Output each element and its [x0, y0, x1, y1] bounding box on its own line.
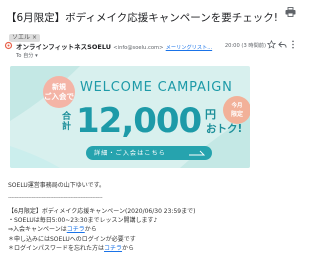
details-signup-button[interactable]: 詳細・ご入会はこちら [86, 146, 212, 160]
body-line: ・SOELUは毎日5:00~23:30までレッスン開講します♪ [8, 216, 288, 225]
new-member-badge-line2: ご入会で [44, 92, 74, 101]
dashed-divider: ----------------------------------------… [8, 195, 103, 201]
email-subject: 【6月限定】ボディメイク応援キャンペーンを要チェック! [6, 12, 278, 24]
body-line-text: ＊申し込みにはSOELUへのログインが必要です [8, 235, 136, 243]
cta-label: 詳細・ご入会はこちら [94, 150, 166, 157]
currency-unit: 円 [205, 108, 216, 121]
savings-text: おトク! [206, 123, 243, 135]
campaign-title: WELCOME CAMPAIGN [80, 80, 233, 95]
sender-name-text: オンラインフィットネスSOELU [16, 43, 112, 51]
body-line-text: ⇒入会キャンペーンは [8, 226, 67, 234]
body-line-text: ＊ログインパスワードを忘れた方は [8, 244, 105, 252]
timestamp: 20:00 (3 時間前) [224, 43, 266, 49]
reply-icon[interactable] [278, 40, 287, 49]
campaign-link[interactable]: コチラ [67, 226, 85, 233]
star-icon[interactable] [267, 40, 276, 49]
new-member-badge: 新規 ご入会で [43, 76, 75, 108]
sender-name: オンラインフィットネスSOELU <info@soelu.com> メーリングリ… [16, 41, 212, 51]
body-line-text: ・SOELUは毎日5:00~23:30までレッスン開講します♪ [8, 217, 158, 225]
avatar[interactable] [4, 41, 13, 50]
mailing-list-link[interactable]: メーリングリスト... [166, 45, 212, 51]
body-line-suffix: から [122, 244, 135, 252]
more-vert-icon[interactable] [290, 40, 296, 49]
sender-email: <info@soelu.com> [113, 45, 164, 51]
limited-badge: 今月 限定 [223, 96, 250, 124]
body-line-text: 【6月限定】ボディメイク応援キャンペーン(2020/06/30 23:59まで) [8, 208, 196, 215]
body-line: ＊申し込みにはSOELUへのログインが必要です [8, 235, 288, 244]
campaign-banner[interactable]: 新規 ご入会で WELCOME CAMPAIGN 今月 限定 合計 12,000… [10, 66, 250, 168]
body-line-suffix: から [84, 226, 97, 234]
limited-badge-line2: 限定 [230, 111, 243, 118]
password-reset-link[interactable]: コチラ [104, 245, 122, 252]
arrow-right-icon [189, 150, 205, 156]
total-label: 合計 [62, 112, 72, 132]
body-line: ＊ログインパスワードを忘れた方はコチラから [8, 244, 288, 253]
discount-amount: 12,000 [76, 101, 202, 141]
recipient[interactable]: To 自分 ▾ [16, 52, 38, 59]
email-body: 【6月限定】ボディメイク応援キャンペーン(2020/06/30 23:59まで)… [8, 207, 288, 253]
email-subject-row: 【6月限定】ボディメイク応援キャンペーンを要チェック! ソエル × [6, 6, 296, 42]
body-line: 【6月限定】ボディメイク応援キャンペーン(2020/06/30 23:59まで) [8, 207, 288, 216]
sender-row: オンラインフィットネスSOELU <info@soelu.com> メーリングリ… [3, 40, 298, 62]
intro-text: SOELU運営事務局の山下ゆいです。 [8, 182, 105, 189]
limited-badge-line1: 今月 [231, 103, 243, 109]
print-icon[interactable] [285, 7, 296, 17]
body-line: ⇒入会キャンペーンはコチラから [8, 225, 288, 234]
